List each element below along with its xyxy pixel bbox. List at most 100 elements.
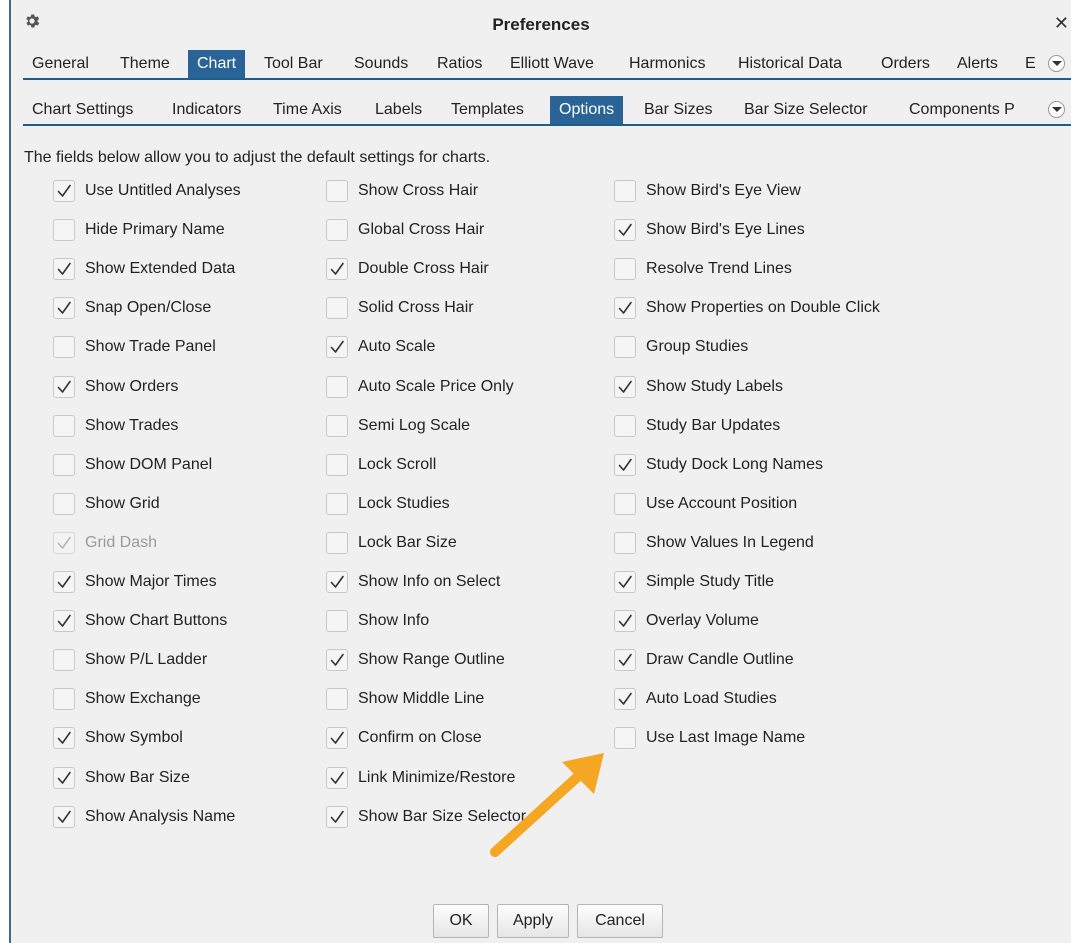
tab-general[interactable]: General <box>23 50 98 78</box>
global-cross-hair-checkbox[interactable] <box>326 219 348 241</box>
lock-scroll-checkbox[interactable] <box>326 454 348 476</box>
lock-studies-checkbox[interactable] <box>326 493 348 515</box>
confirm-on-close-checkbox[interactable] <box>326 727 348 749</box>
tab-elliott-wave[interactable]: Elliott Wave <box>501 50 603 78</box>
option-label: Global Cross Hair <box>358 221 485 238</box>
tab-harmonics[interactable]: Harmonics <box>620 50 714 78</box>
solid-cross-hair-checkbox[interactable] <box>326 297 348 319</box>
tab-options[interactable]: Options <box>550 96 624 124</box>
show-major-times-checkbox[interactable] <box>53 571 75 593</box>
show-extended-data-checkbox[interactable] <box>53 258 75 280</box>
tab-e[interactable]: E <box>1016 50 1045 78</box>
show-bird-s-eye-view-checkbox[interactable] <box>614 180 636 202</box>
option-label: Link Minimize/Restore <box>358 769 516 786</box>
show-p-l-ladder-checkbox[interactable] <box>53 649 75 671</box>
show-info-on-select-checkbox[interactable] <box>326 571 348 593</box>
main-tab-bar: General Theme Chart Tool Bar Sounds Rati… <box>23 50 1071 80</box>
option-label: Study Bar Updates <box>646 417 781 434</box>
resolve-trend-lines-checkbox[interactable] <box>614 258 636 280</box>
option-label: Show Bar Size <box>85 769 190 786</box>
show-symbol-checkbox[interactable] <box>53 727 75 749</box>
double-cross-hair-checkbox[interactable] <box>326 258 348 280</box>
tab-tool-bar[interactable]: Tool Bar <box>255 50 332 78</box>
option-label: Show Symbol <box>85 729 183 746</box>
show-values-in-legend-checkbox[interactable] <box>614 532 636 554</box>
close-icon[interactable]: ✕ <box>1054 13 1069 34</box>
show-analysis-name-checkbox[interactable] <box>53 806 75 828</box>
overlay-volume-checkbox[interactable] <box>614 610 636 632</box>
option-label: Show Properties on Double Click <box>646 299 880 316</box>
ok-button[interactable]: OK <box>433 904 489 938</box>
option-label: Auto Scale <box>358 338 436 355</box>
link-minimize-restore-checkbox[interactable] <box>326 767 348 789</box>
auto-load-studies-checkbox[interactable] <box>614 688 636 710</box>
tab-chart[interactable]: Chart <box>188 50 246 78</box>
sub-tab-bar: Chart Settings Indicators Time Axis Labe… <box>23 96 1071 126</box>
cancel-button[interactable]: Cancel <box>577 904 663 938</box>
auto-scale-price-only-checkbox[interactable] <box>326 376 348 398</box>
chevron-down-icon[interactable] <box>1048 55 1065 72</box>
lock-bar-size-checkbox[interactable] <box>326 532 348 554</box>
tab-ratios[interactable]: Ratios <box>428 50 491 78</box>
option-label: Show Bar Size Selector <box>358 808 527 825</box>
option-label: Show DOM Panel <box>85 456 213 473</box>
use-untitled-analyses-checkbox[interactable] <box>53 180 75 202</box>
show-cross-hair-checkbox[interactable] <box>326 180 348 202</box>
tab-orders[interactable]: Orders <box>872 50 939 78</box>
tab-theme[interactable]: Theme <box>111 50 179 78</box>
option-label: Grid Dash <box>85 534 158 551</box>
tab-chart-settings[interactable]: Chart Settings <box>23 96 142 124</box>
semi-log-scale-checkbox[interactable] <box>326 415 348 437</box>
show-trades-checkbox[interactable] <box>53 415 75 437</box>
chevron-down-icon[interactable] <box>1048 101 1065 118</box>
show-dom-panel-checkbox[interactable] <box>53 454 75 476</box>
show-orders-checkbox[interactable] <box>53 376 75 398</box>
option-label: Simple Study Title <box>646 573 775 590</box>
show-info-checkbox[interactable] <box>326 610 348 632</box>
show-trade-panel-checkbox[interactable] <box>53 336 75 358</box>
grid-dash-checkbox <box>53 532 75 554</box>
apply-button[interactable]: Apply <box>497 904 569 938</box>
show-chart-buttons-checkbox[interactable] <box>53 610 75 632</box>
tab-bar-size-selector[interactable]: Bar Size Selector <box>735 96 877 124</box>
show-bar-size-selector-checkbox[interactable] <box>326 806 348 828</box>
hide-primary-name-checkbox[interactable] <box>53 219 75 241</box>
auto-scale-checkbox[interactable] <box>326 336 348 358</box>
tab-indicators[interactable]: Indicators <box>163 96 250 124</box>
option-label: Snap Open/Close <box>85 299 212 316</box>
snap-open-close-checkbox[interactable] <box>53 297 75 319</box>
option-label: Semi Log Scale <box>358 417 471 434</box>
draw-candle-outline-checkbox[interactable] <box>614 649 636 671</box>
show-study-labels-checkbox[interactable] <box>614 376 636 398</box>
use-account-position-checkbox[interactable] <box>614 493 636 515</box>
tab-alerts[interactable]: Alerts <box>948 50 1007 78</box>
tab-historical-data[interactable]: Historical Data <box>729 50 851 78</box>
show-properties-on-double-click-checkbox[interactable] <box>614 297 636 319</box>
show-grid-checkbox[interactable] <box>53 493 75 515</box>
option-label: Draw Candle Outline <box>646 651 794 668</box>
study-bar-updates-checkbox[interactable] <box>614 415 636 437</box>
option-label: Auto Load Studies <box>646 690 777 707</box>
simple-study-title-checkbox[interactable] <box>614 571 636 593</box>
option-label: Use Last Image Name <box>646 729 806 746</box>
option-label: Show Trade Panel <box>85 338 216 355</box>
tab-time-axis[interactable]: Time Axis <box>264 96 351 124</box>
option-label: Show Range Outline <box>358 651 505 668</box>
show-range-outline-checkbox[interactable] <box>326 649 348 671</box>
tab-components[interactable]: Components P <box>900 96 1024 124</box>
tab-bar-sizes[interactable]: Bar Sizes <box>635 96 721 124</box>
show-middle-line-checkbox[interactable] <box>326 688 348 710</box>
group-studies-checkbox[interactable] <box>614 336 636 358</box>
title-bar: Preferences ✕ <box>11 0 1071 50</box>
option-label: Use Account Position <box>646 495 798 512</box>
study-dock-long-names-checkbox[interactable] <box>614 454 636 476</box>
show-exchange-checkbox[interactable] <box>53 688 75 710</box>
option-label: Show Values In Legend <box>646 534 814 551</box>
use-last-image-name-checkbox[interactable] <box>614 727 636 749</box>
tab-sounds[interactable]: Sounds <box>345 50 417 78</box>
tab-templates[interactable]: Templates <box>442 96 533 124</box>
show-bird-s-eye-lines-checkbox[interactable] <box>614 219 636 241</box>
tab-labels[interactable]: Labels <box>366 96 431 124</box>
option-label: Auto Scale Price Only <box>358 378 514 395</box>
show-bar-size-checkbox[interactable] <box>53 767 75 789</box>
